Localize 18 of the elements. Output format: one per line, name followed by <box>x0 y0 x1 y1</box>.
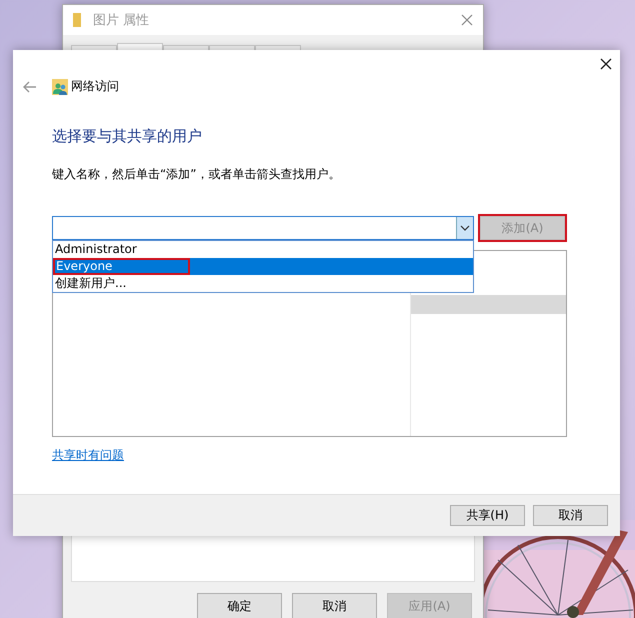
folder-icon <box>73 13 81 27</box>
dropdown-option[interactable]: 创建新用户... <box>53 275 473 292</box>
dialog-button[interactable]: 共享(H) <box>450 505 525 526</box>
back-arrow-icon[interactable] <box>23 80 37 92</box>
window-title: 图片 属性 <box>93 12 150 29</box>
close-icon[interactable] <box>600 58 612 70</box>
dropdown-option[interactable]: Everyone <box>53 258 473 275</box>
heading: 选择要与其共享的用户 <box>52 127 203 146</box>
user-combo-box[interactable] <box>52 216 474 240</box>
help-link[interactable]: 共享时有问题 <box>52 447 124 464</box>
dialog-button[interactable]: 取消 <box>292 593 377 618</box>
dropdown-option[interactable]: Administrator <box>53 241 473 258</box>
dialog-button[interactable]: 确定 <box>197 593 282 618</box>
instruction-text: 键入名称，然后单击“添加”，或者单击箭头查找用户。 <box>52 166 342 183</box>
dialog-button[interactable]: 取消 <box>533 505 608 526</box>
users-icon <box>52 78 68 94</box>
dropdown-icon[interactable] <box>456 217 473 239</box>
breadcrumb-title: 网络访问 <box>71 78 119 95</box>
